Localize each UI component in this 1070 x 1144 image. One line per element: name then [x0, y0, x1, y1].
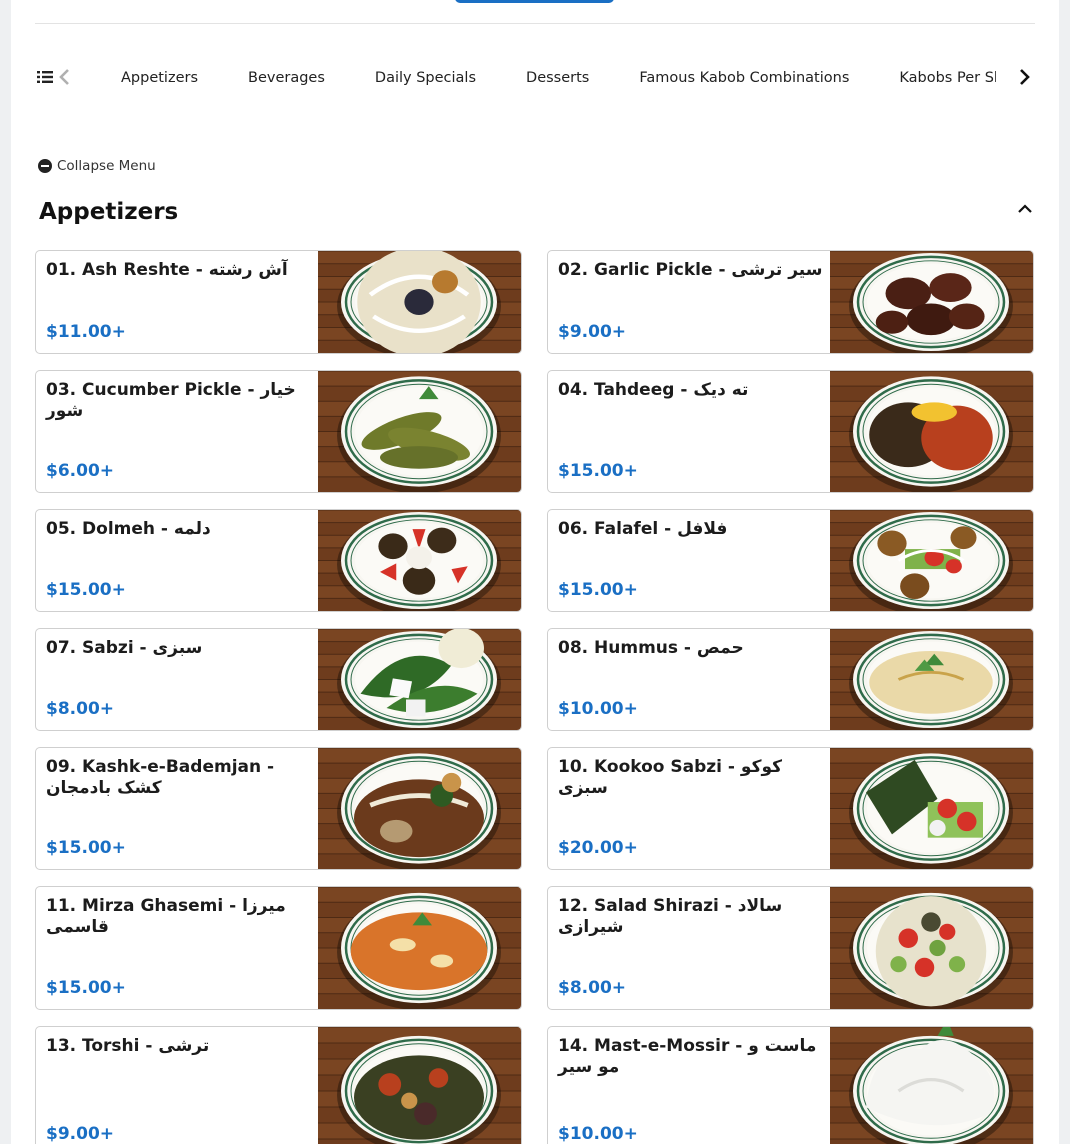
menu-item-name: 13. Torshi - ترشی [46, 1036, 210, 1056]
category-tab-daily-specials[interactable]: Daily Specials [350, 56, 501, 100]
menu-item-name: 10. Kookoo Sabzi - کوکو سبزی [558, 757, 782, 798]
salad-plate-image [830, 887, 1033, 1009]
collapse-menu-button[interactable]: Collapse Menu [38, 157, 156, 175]
top-bar [35, 0, 1035, 24]
menu-page: Appetizers Beverages Daily Specials Dessert… [11, 0, 1059, 1144]
menu-item-price: $20.00+ [558, 838, 638, 858]
category-tabs: Appetizers Beverages Daily Specials Dessert… [96, 56, 996, 100]
menu-item-image [830, 887, 1033, 1009]
torshi-plate-image [318, 1027, 521, 1144]
kashk-plate-image [318, 748, 521, 869]
menu-item-price: $15.00+ [46, 978, 126, 998]
menu-item-card[interactable]: 03. Cucumber Pickle - خیار شور $6.00+ [35, 370, 522, 493]
category-tab-appetizers[interactable]: Appetizers [96, 56, 223, 100]
menu-item-card[interactable]: 05. Dolmeh - دلمه $15.00+ [35, 509, 522, 612]
menu-item-price: $10.00+ [558, 699, 638, 719]
category-tab-desserts[interactable]: Desserts [501, 56, 614, 100]
menu-item-name: 05. Dolmeh - دلمه [46, 519, 211, 539]
menu-item-image [318, 371, 521, 492]
minus-circle-icon [38, 159, 52, 173]
menu-item-image [318, 1027, 521, 1144]
menu-item-name: 02. Garlic Pickle - سیر ترشی [558, 260, 823, 280]
chevron-left-icon[interactable] [58, 68, 72, 86]
menu-item-card[interactable]: 10. Kookoo Sabzi - کوکو سبزی $20.00+ [547, 747, 1034, 870]
menu-item-image [830, 629, 1033, 730]
menu-item-price: $15.00+ [46, 580, 126, 600]
pickled-garlic-plate-image [830, 251, 1033, 353]
menu-item-card[interactable]: 14. Mast-e-Mossir - ماست و مو سیر $10.00+ [547, 1026, 1034, 1144]
kookoo-plate-image [830, 748, 1033, 869]
menu-item-price: $9.00+ [46, 1124, 115, 1144]
chevron-up-icon[interactable] [1015, 199, 1035, 219]
menu-item-image [830, 1027, 1033, 1144]
menu-item-image [318, 629, 521, 730]
menu-item-name: 14. Mast-e-Mossir - ماست و مو سیر [558, 1036, 817, 1077]
yogurt-plate-image [830, 1027, 1033, 1144]
category-tab-beverages[interactable]: Beverages [223, 56, 350, 100]
menu-item-image [318, 887, 521, 1009]
menu-item-price: $15.00+ [46, 838, 126, 858]
menu-item-name: 04. Tahdeeg - ته دیک [558, 380, 749, 400]
menu-item-card[interactable]: 01. Ash Reshte - آش رشته $11.00+ [35, 250, 522, 354]
menu-item-price: $8.00+ [558, 978, 627, 998]
menu-item-card[interactable]: 04. Tahdeeg - ته دیک $15.00+ [547, 370, 1034, 493]
menu-item-image [830, 510, 1033, 611]
soup-plate-image [318, 251, 521, 353]
menu-item-name: 01. Ash Reshte - آش رشته [46, 260, 288, 280]
menu-item-price: $15.00+ [558, 461, 638, 481]
menu-item-card[interactable]: 12. Salad Shirazi - سالاد شیرازی $8.00+ [547, 886, 1034, 1010]
menu-item-image [830, 371, 1033, 492]
collapse-menu-label: Collapse Menu [57, 158, 156, 174]
menu-item-card[interactable]: 09. Kashk-e-Bademjan - کشک بادمجان $15.00… [35, 747, 522, 870]
menu-item-name: 06. Falafel - فلافل [558, 519, 728, 539]
section-title: Appetizers [39, 199, 179, 225]
menu-item-card[interactable]: 08. Hummus - حمص $10.00+ [547, 628, 1034, 731]
hummus-plate-image [830, 629, 1033, 730]
menu-item-card[interactable]: 13. Torshi - ترشی $9.00+ [35, 1026, 522, 1144]
menu-item-name: 11. Mirza Ghasemi - میرزا قاسمی [46, 896, 286, 937]
order-button[interactable] [455, 0, 614, 3]
menu-item-image [318, 748, 521, 869]
menu-item-name: 08. Hummus - حمص [558, 638, 744, 658]
category-tab-famous-kabob-combinations[interactable]: Famous Kabob Combinations [614, 56, 874, 100]
category-tab-kabobs-per-sk[interactable]: Kabobs Per Sk [874, 56, 996, 100]
menu-item-name: 09. Kashk-e-Bademjan - کشک بادمجان [46, 757, 275, 798]
pickle-plate-image [318, 371, 521, 492]
menu-item-price: $8.00+ [46, 699, 115, 719]
menu-item-card[interactable]: 11. Mirza Ghasemi - میرزا قاسمی $15.00+ [35, 886, 522, 1010]
herbs-plate-image [318, 629, 521, 730]
menu-item-price: $6.00+ [46, 461, 115, 481]
menu-item-name: 12. Salad Shirazi - سالاد شیرازی [558, 896, 783, 937]
chevron-right-icon[interactable] [1015, 68, 1033, 86]
menu-item-image [830, 748, 1033, 869]
list-icon[interactable] [37, 70, 53, 84]
tahdeeg-plate-image [830, 371, 1033, 492]
falafel-plate-image [830, 510, 1033, 611]
menu-item-image [318, 251, 521, 353]
menu-item-name: 03. Cucumber Pickle - خیار شور [46, 380, 296, 421]
menu-item-price: $9.00+ [558, 322, 627, 342]
menu-item-name: 07. Sabzi - سبزی [46, 638, 203, 658]
mirza-plate-image [318, 887, 521, 1009]
menu-item-price: $10.00+ [558, 1124, 638, 1144]
menu-item-image [318, 510, 521, 611]
menu-item-price: $15.00+ [558, 580, 638, 600]
menu-item-price: $11.00+ [46, 322, 126, 342]
menu-item-card[interactable]: 02. Garlic Pickle - سیر ترشی $9.00+ [547, 250, 1034, 354]
menu-item-card[interactable]: 07. Sabzi - سبزی $8.00+ [35, 628, 522, 731]
dolmeh-plate-image [318, 510, 521, 611]
menu-item-card[interactable]: 06. Falafel - فلافل $15.00+ [547, 509, 1034, 612]
category-nav: Appetizers Beverages Daily Specials Dessert… [11, 56, 1059, 100]
menu-item-image [830, 251, 1033, 353]
